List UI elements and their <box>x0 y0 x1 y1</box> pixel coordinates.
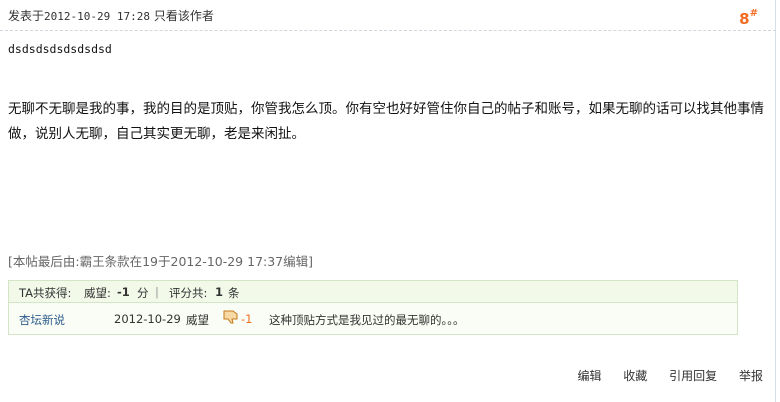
rating-field: 威望 <box>186 313 209 327</box>
edit-note: [本帖最后由:霸王条款在19于2012-10-29 17:37编辑] <box>8 254 314 269</box>
floor-symbol: # <box>749 8 758 19</box>
post-first-line: dsdsdsdsdsdsdsd <box>8 42 112 56</box>
count-label: 评分共: <box>169 286 208 300</box>
prestige-label: 威望: <box>84 286 111 300</box>
prestige-unit: 分 <box>137 286 149 300</box>
post-meta: 发表于2012-10-29 17:28 只看该作者 <box>8 7 214 24</box>
rating-date: 2012-10-29 <box>114 312 181 326</box>
posted-date: 2012-10-29 17:28 <box>44 10 150 23</box>
edit-button[interactable]: 编辑 <box>577 369 601 383</box>
report-button[interactable]: 举报 <box>739 369 763 383</box>
post-actions: 编辑 收藏 引用回复 举报 <box>559 367 763 384</box>
summary-divider: | <box>155 285 159 299</box>
floor-number[interactable]: 8# <box>739 8 758 28</box>
ta-label: TA共获得: <box>19 286 72 300</box>
post-header: 发表于2012-10-29 17:28 只看该作者 8# <box>0 0 776 31</box>
posted-prefix: 发表于 <box>8 9 45 23</box>
count-value: 1 <box>215 285 224 299</box>
rating-reason: 这种顶贴方式是我见过的最无聊的。。。 <box>269 313 465 327</box>
forum-post: 发表于2012-10-29 17:28 只看该作者 8# dsdsdsdsdsd… <box>0 0 776 402</box>
rating-summary: TA共获得: 威望: -1 分 | 评分共: 1 条 <box>9 281 737 303</box>
floor-number-value: 8 <box>739 10 750 28</box>
quote-reply-button[interactable]: 引用回复 <box>669 369 717 383</box>
rating-box: TA共获得: 威望: -1 分 | 评分共: 1 条 杏坛新说 2012-10-… <box>8 280 738 335</box>
favorite-button[interactable]: 收藏 <box>623 369 647 383</box>
count-unit: 条 <box>228 286 240 300</box>
thumb-down-icon <box>222 308 240 327</box>
post-content: 无聊不无聊是我的事，我的目的是顶贴，你管我怎么顶。你有空也好好管住你自己的帖子和… <box>8 101 764 142</box>
only-author-link[interactable]: 只看该作者 <box>154 9 214 23</box>
prestige-value: -1 <box>117 285 130 299</box>
rater-user-link[interactable]: 杏坛新说 <box>19 312 65 328</box>
rating-score: -1 <box>241 312 253 326</box>
